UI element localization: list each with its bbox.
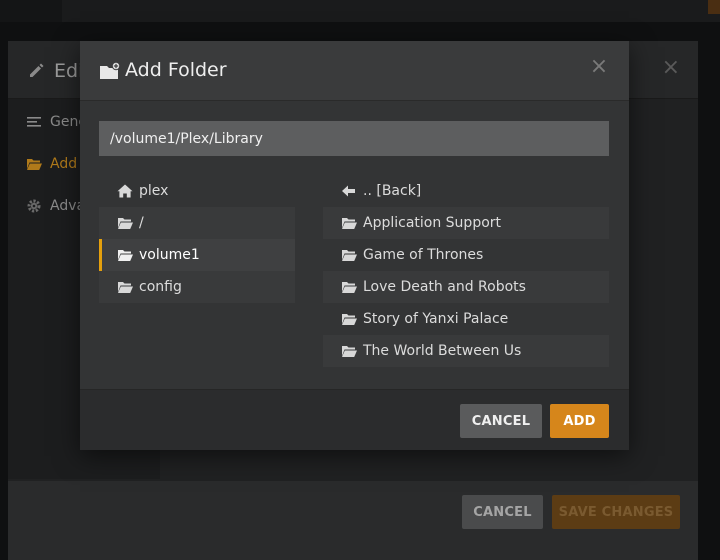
folder-open-icon (342, 250, 357, 261)
folder-open-icon (342, 282, 357, 293)
sidebar-item-add-folders[interactable]: Add f (26, 154, 86, 174)
top-bar (0, 0, 720, 22)
add-folder-dialog: Add Folder × plex / volume1 (80, 41, 629, 450)
folder-open-icon (118, 282, 133, 293)
list-item-label: Game of Thrones (363, 247, 484, 263)
folder-open-icon (342, 346, 357, 357)
save-changes-button[interactable]: SAVE CHANGES (552, 495, 680, 529)
folder-list: .. [Back] Application Support Game of Th… (323, 175, 609, 367)
list-item-label: config (139, 279, 182, 295)
folder-open-icon (118, 250, 133, 261)
close-icon[interactable]: × (589, 56, 609, 78)
add-button[interactable]: ADD (550, 404, 609, 438)
list-icon (27, 117, 41, 127)
list-item-plex[interactable]: plex (99, 175, 295, 207)
top-bar-right (708, 0, 720, 14)
folder-path-input[interactable] (99, 121, 609, 156)
sidebar-item-general[interactable]: Gene (26, 112, 87, 132)
sidebar-item-advanced[interactable]: Adva (26, 196, 85, 216)
list-item-label: The World Between Us (363, 343, 522, 359)
pencil-icon (30, 63, 44, 77)
dialog-title: Add Folder (125, 59, 227, 81)
folder-open-icon (342, 218, 357, 229)
list-item-label: volume1 (139, 247, 200, 263)
list-item-label: plex (139, 183, 169, 199)
add-folder-header: Add Folder × (80, 41, 629, 101)
list-item-root[interactable]: / (99, 207, 295, 239)
list-item-folder[interactable]: Application Support (323, 207, 609, 239)
list-item-label: .. [Back] (363, 183, 422, 199)
list-item-folder[interactable]: Story of Yanxi Palace (323, 303, 609, 335)
list-item-folder[interactable]: Love Death and Robots (323, 271, 609, 303)
edit-library-close-icon[interactable]: × (662, 55, 680, 80)
list-item-back[interactable]: .. [Back] (323, 175, 609, 207)
folder-add-icon (100, 61, 121, 79)
folder-open-icon (118, 218, 133, 229)
arrow-left-icon (342, 185, 355, 197)
folder-open-icon (27, 159, 42, 170)
list-item-volume1[interactable]: volume1 (99, 239, 295, 271)
folder-open-icon (342, 314, 357, 325)
edit-library-cancel-button[interactable]: CANCEL (462, 495, 543, 529)
list-item-folder[interactable]: Game of Thrones (323, 239, 609, 271)
cancel-button[interactable]: CANCEL (460, 404, 542, 438)
edit-library-title: Edi (54, 60, 84, 82)
list-item-folder[interactable]: The World Between Us (323, 335, 609, 367)
list-item-label: Love Death and Robots (363, 279, 526, 295)
gear-icon (27, 199, 41, 213)
edit-library-footer: CANCEL SAVE CHANGES (8, 481, 698, 560)
volume-list: plex / volume1 config (99, 175, 295, 303)
home-icon (117, 184, 133, 198)
list-item-label: / (139, 215, 144, 231)
list-item-config[interactable]: config (99, 271, 295, 303)
add-folder-footer: CANCEL ADD (80, 389, 629, 450)
list-item-label: Story of Yanxi Palace (363, 311, 509, 327)
list-item-label: Application Support (363, 215, 502, 231)
top-bar-left (0, 0, 62, 22)
